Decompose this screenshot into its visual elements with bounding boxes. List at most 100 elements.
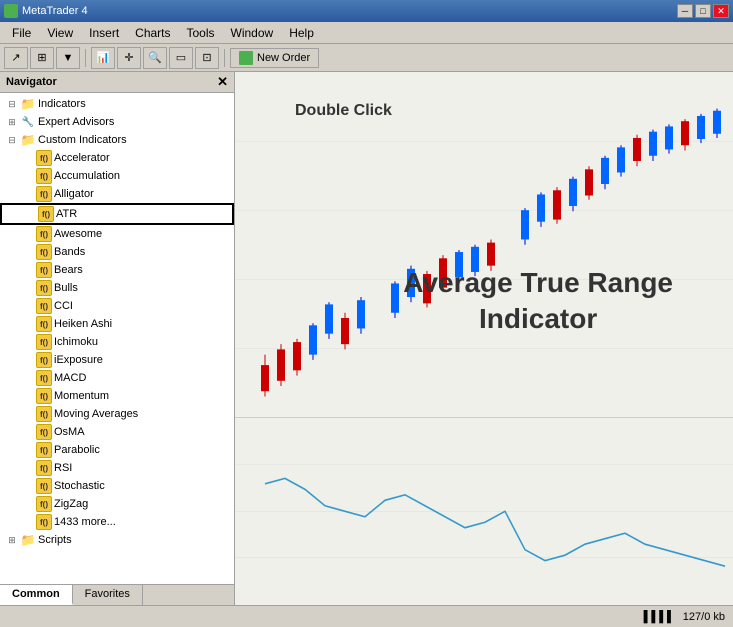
alligator-label: Alligator: [54, 188, 94, 200]
tree-item-rsi[interactable]: f() RSI: [0, 459, 234, 477]
awesome-label: Awesome: [54, 228, 102, 240]
parabolic-icon: f(): [36, 442, 52, 458]
iexposure-icon: f(): [36, 352, 52, 368]
title-bar-controls: ─ □ ✕: [677, 4, 729, 18]
chart-lower: [235, 418, 733, 605]
accelerator-label: Accelerator: [54, 152, 110, 164]
iexposure-label: iExposure: [54, 354, 103, 366]
stochastic-label: Stochastic: [54, 480, 105, 492]
tree-item-macd[interactable]: f() MACD: [0, 369, 234, 387]
tree-item-bands[interactable]: f() Bands: [0, 243, 234, 261]
atr-label: ATR: [56, 208, 77, 220]
status-memory: 127/0 kb: [683, 611, 725, 623]
menu-tools[interactable]: Tools: [179, 24, 223, 42]
expand-expert-advisors[interactable]: ⊞: [4, 114, 20, 130]
toolbar-chart-btn[interactable]: 📊: [91, 47, 115, 69]
macd-label: MACD: [54, 372, 86, 384]
toolbar-separator-1: [85, 49, 86, 67]
tree-item-cci[interactable]: f() CCI: [0, 297, 234, 315]
toolbar-zoom-btn[interactable]: 🔍: [143, 47, 167, 69]
menu-help[interactable]: Help: [281, 24, 322, 42]
new-order-label: New Order: [257, 52, 310, 64]
ichimoku-label: Ichimoku: [54, 336, 98, 348]
alligator-icon: f(): [36, 186, 52, 202]
chart-upper: Double Click: [235, 72, 733, 418]
tree-item-accumulation[interactable]: f() Accumulation: [0, 167, 234, 185]
toolbar-arrow-btn[interactable]: ↗: [4, 47, 28, 69]
more-label: 1433 more...: [54, 516, 116, 528]
menu-bar: File View Insert Charts Tools Window Hel…: [0, 22, 733, 44]
stochastic-icon: f(): [36, 478, 52, 494]
tree-item-osma[interactable]: f() OsMA: [0, 423, 234, 441]
tree-item-ichimoku[interactable]: f() Ichimoku: [0, 333, 234, 351]
atr-label: Average True RangeIndicator: [403, 265, 673, 338]
new-order-icon: [239, 51, 253, 65]
toolbar-rect-btn[interactable]: ▭: [169, 47, 193, 69]
tree-item-atr[interactable]: f() ATR: [0, 203, 234, 225]
indicators-icon: 📁: [20, 96, 36, 112]
tree-item-heiken-ashi[interactable]: f() Heiken Ashi: [0, 315, 234, 333]
heiken-ashi-icon: f(): [36, 316, 52, 332]
bears-icon: f(): [36, 262, 52, 278]
tree-item-awesome[interactable]: f() Awesome: [0, 225, 234, 243]
chart-canvas: Double Click: [235, 72, 733, 605]
tab-common[interactable]: Common: [0, 585, 73, 605]
title-bar-left: MetaTrader 4: [4, 4, 88, 18]
bulls-label: Bulls: [54, 282, 78, 294]
close-button[interactable]: ✕: [713, 4, 729, 18]
cci-label: CCI: [54, 300, 73, 312]
tree-item-alligator[interactable]: f() Alligator: [0, 185, 234, 203]
tree-item-stochastic[interactable]: f() Stochastic: [0, 477, 234, 495]
ichimoku-icon: f(): [36, 334, 52, 350]
expand-scripts[interactable]: ⊞: [4, 532, 20, 548]
tree-item-scripts[interactable]: ⊞ 📁 Scripts: [0, 531, 234, 549]
tree-item-bulls[interactable]: f() Bulls: [0, 279, 234, 297]
menu-window[interactable]: Window: [223, 24, 282, 42]
toolbar-separator-2: [224, 49, 225, 67]
minimize-button[interactable]: ─: [677, 4, 693, 18]
navigator-panel: Navigator ✕ ⊟ 📁 Indicators ⊞ 🔧 Expert Ad…: [0, 72, 235, 605]
tree-item-moving-averages[interactable]: f() Moving Averages: [0, 405, 234, 423]
tree-item-more[interactable]: f() 1433 more...: [0, 513, 234, 531]
bulls-icon: f(): [36, 280, 52, 296]
toolbar-period-btn[interactable]: ⊡: [195, 47, 219, 69]
rsi-icon: f(): [36, 460, 52, 476]
moving-averages-icon: f(): [36, 406, 52, 422]
tree-item-expert-advisors[interactable]: ⊞ 🔧 Expert Advisors: [0, 113, 234, 131]
tree-item-zigzag[interactable]: f() ZigZag: [0, 495, 234, 513]
maximize-button[interactable]: □: [695, 4, 711, 18]
toolbar-copy-btn[interactable]: ⊞: [30, 47, 54, 69]
tree-item-momentum[interactable]: f() Momentum: [0, 387, 234, 405]
tree-item-indicators[interactable]: ⊟ 📁 Indicators: [0, 95, 234, 113]
tree-item-parabolic[interactable]: f() Parabolic: [0, 441, 234, 459]
expand-indicators[interactable]: ⊟: [4, 96, 20, 112]
accumulation-label: Accumulation: [54, 170, 120, 182]
macd-icon: f(): [36, 370, 52, 386]
navigator-tree[interactable]: ⊟ 📁 Indicators ⊞ 🔧 Expert Advisors ⊟ 📁 C…: [0, 93, 234, 584]
chart-area[interactable]: Double Click: [235, 72, 733, 605]
menu-insert[interactable]: Insert: [81, 24, 127, 42]
bands-icon: f(): [36, 244, 52, 260]
status-right: ▌▌▌▌ 127/0 kb: [644, 611, 725, 623]
toolbar-dropdown-btn[interactable]: ▼: [56, 47, 80, 69]
navigator-close-button[interactable]: ✕: [217, 74, 228, 90]
navigator-tabs: Common Favorites: [0, 584, 234, 605]
tree-item-bears[interactable]: f() Bears: [0, 261, 234, 279]
candlestick-chart: [235, 72, 733, 417]
tree-item-custom-indicators[interactable]: ⊟ 📁 Custom Indicators: [0, 131, 234, 149]
tab-favorites[interactable]: Favorites: [73, 585, 143, 605]
tree-item-accelerator[interactable]: f() Accelerator: [0, 149, 234, 167]
osma-label: OsMA: [54, 426, 85, 438]
navigator-title: Navigator: [6, 76, 57, 88]
atr-line-chart: [235, 418, 733, 605]
expert-advisors-label: Expert Advisors: [38, 116, 114, 128]
tree-item-iexposure[interactable]: f() iExposure: [0, 351, 234, 369]
new-order-button[interactable]: New Order: [230, 48, 319, 68]
title-bar-title: MetaTrader 4: [22, 5, 88, 17]
menu-file[interactable]: File: [4, 24, 39, 42]
toolbar-crosshair-btn[interactable]: ✛: [117, 47, 141, 69]
menu-charts[interactable]: Charts: [127, 24, 178, 42]
expand-custom-indicators[interactable]: ⊟: [4, 132, 20, 148]
custom-indicators-label: Custom Indicators: [38, 134, 127, 146]
menu-view[interactable]: View: [39, 24, 81, 42]
